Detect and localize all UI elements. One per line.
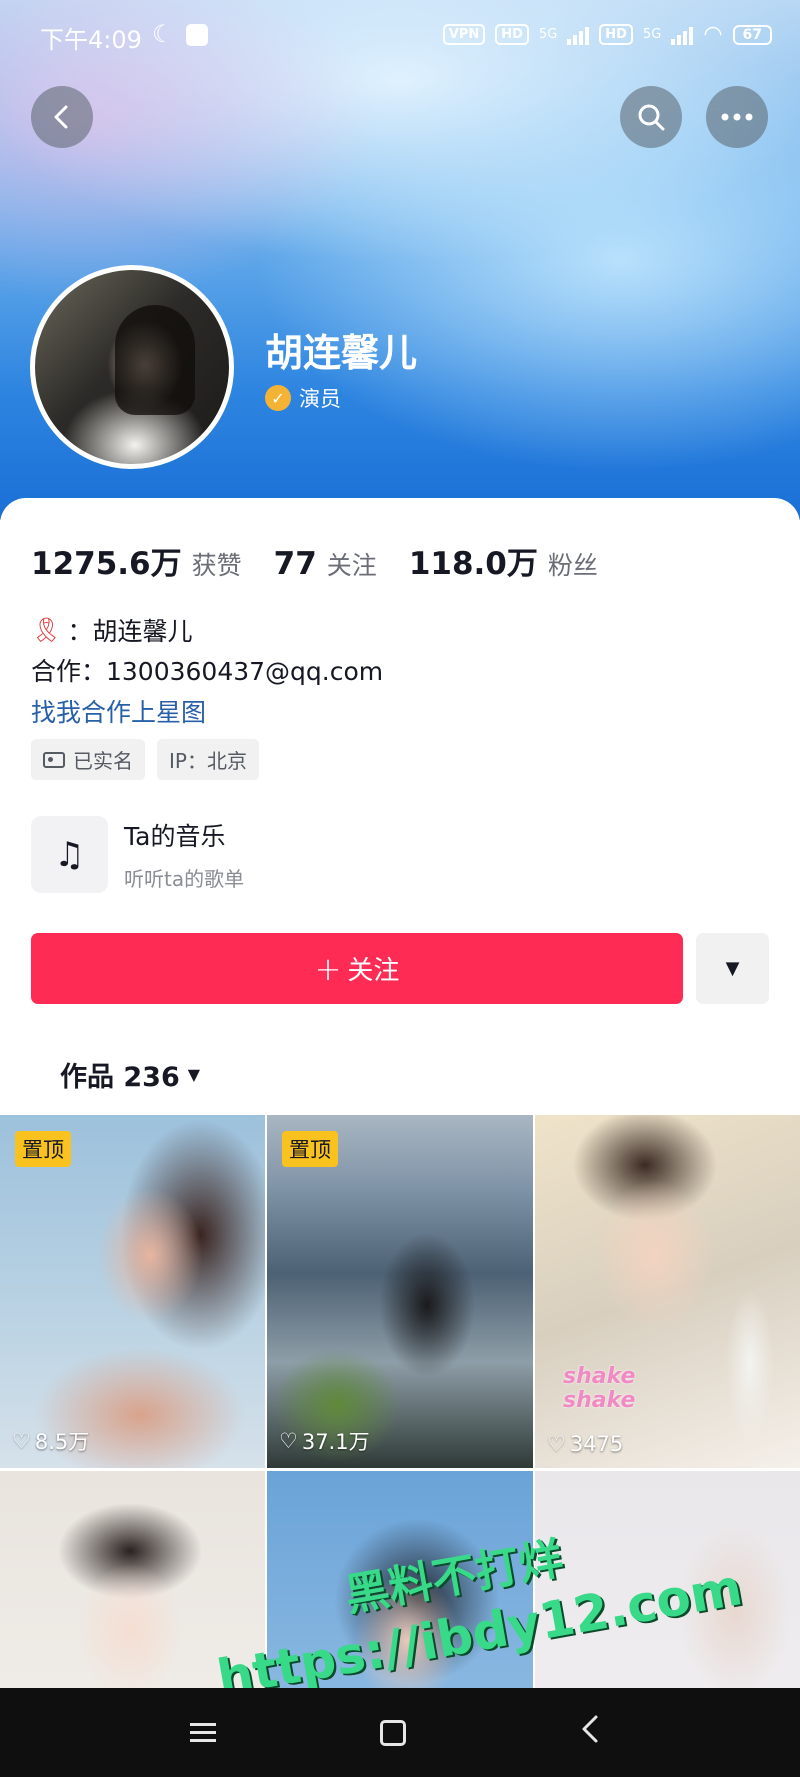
music-subtitle: 听听ta的歌单 <box>124 867 245 891</box>
chevron-left-icon <box>54 105 68 129</box>
verified-check-icon: ✓ <box>265 385 291 411</box>
ip-label: IP：北京 <box>169 749 247 773</box>
works-label: 作品 236 <box>60 1062 180 1093</box>
more-dots-icon <box>721 113 753 121</box>
wifi-icon: ◠ <box>703 22 723 47</box>
video-likes-count: 8.5万 <box>34 1430 90 1454</box>
app-notification-icon <box>186 24 208 46</box>
back-button[interactable] <box>31 86 93 148</box>
likes-label: 获赞 <box>191 551 242 580</box>
video-likes-count: 37.1万 <box>301 1430 370 1454</box>
battery-indicator: 67 <box>732 24 772 45</box>
music-text: Ta的音乐 听听ta的歌单 <box>124 817 244 892</box>
video-thumbnail[interactable]: 置顶 ♡ 8.5万 <box>0 1115 265 1468</box>
profile-tags: 已实名 IP：北京 <box>31 739 259 780</box>
network-type: 5G <box>538 27 558 42</box>
real-name-label: 已实名 <box>73 749 133 773</box>
real-name-tag: 已实名 <box>31 739 145 780</box>
video-likes: ♡ 3475 <box>547 1432 623 1456</box>
caret-down-icon: ▼ <box>725 958 740 979</box>
pinned-badge: 置顶 <box>15 1131 71 1167</box>
heart-icon: ♡ <box>547 1432 566 1456</box>
caret-down-icon: ▼ <box>187 1065 201 1084</box>
search-button[interactable] <box>620 86 682 148</box>
follow-label: 关注 <box>347 956 400 986</box>
music-note-icon: ♫ <box>31 816 108 893</box>
ribbon-icon: 🎗 <box>31 616 62 644</box>
signal-icon <box>567 25 590 45</box>
video-thumbnail[interactable]: shake shake ♡ 3475 <box>535 1115 800 1468</box>
signal-icon-2 <box>671 25 694 45</box>
music-entry[interactable]: ♫ Ta的音乐 听听ta的歌单 <box>31 816 244 893</box>
verified-label: 演员 <box>299 387 341 411</box>
status-time: 下午4:09 <box>40 26 142 54</box>
video-overlay-text: shake shake <box>563 1364 636 1413</box>
profile-stats: 1275.6万 获赞 77 关注 118.0万 粉丝 <box>31 538 620 583</box>
heart-icon: ♡ <box>12 1429 31 1453</box>
moon-icon: ☾ <box>152 20 174 48</box>
home-square-icon <box>380 1719 406 1746</box>
likes-count[interactable]: 1275.6万 <box>31 538 182 583</box>
vpn-badge: VPN <box>442 24 486 45</box>
pinned-badge: 置顶 <box>282 1131 338 1167</box>
video-thumbnail[interactable]: 置顶 ♡ 37.1万 <box>267 1115 533 1468</box>
ip-tag: IP：北京 <box>157 739 259 780</box>
more-button[interactable] <box>706 86 768 148</box>
bio-cooperation: 合作：1300360437@qq.com <box>31 657 384 686</box>
system-nav-bar <box>0 1688 800 1777</box>
following-label: 关注 <box>326 551 377 580</box>
heart-icon: ♡ <box>279 1429 298 1453</box>
hd-badge: HD <box>495 24 529 45</box>
verified-label-row: ✓ 演员 <box>265 383 341 413</box>
back-triangle-icon <box>582 1715 598 1742</box>
follow-dropdown-button[interactable]: ▼ <box>696 933 769 1004</box>
bio-name-text: ：胡连馨儿 <box>67 617 193 646</box>
status-indicators: VPN HD 5G HD 5G ◠ 67 <box>442 22 772 47</box>
bio-name-line: 🎗 ：胡连馨儿 <box>31 612 192 648</box>
avatar[interactable] <box>30 265 234 469</box>
recent-apps-button[interactable] <box>190 1723 230 1742</box>
works-tab[interactable]: 作品 236 ▼ <box>60 1055 200 1094</box>
music-title: Ta的音乐 <box>124 822 226 851</box>
video-likes-count: 3475 <box>569 1432 624 1456</box>
followers-label: 粉丝 <box>547 551 598 580</box>
followers-count[interactable]: 118.0万 <box>409 538 538 583</box>
following-count[interactable]: 77 <box>274 546 317 582</box>
home-button[interactable] <box>380 1719 420 1746</box>
video-likes: ♡ 8.5万 <box>12 1426 89 1456</box>
menu-icon <box>190 1723 216 1742</box>
profile-name: 胡连馨儿 <box>265 331 418 375</box>
hd-badge-2: HD <box>599 24 633 45</box>
plus-icon: + <box>314 949 342 988</box>
video-likes: ♡ 37.1万 <box>279 1426 370 1456</box>
follow-button[interactable]: + 关注 <box>31 933 683 1004</box>
video-grid: 置顶 ♡ 8.5万 置顶 ♡ 37.1万 shake shake ♡ 3475 <box>0 1115 800 1777</box>
star-map-link[interactable]: 找我合作上星图 <box>31 693 206 729</box>
nav-back-button[interactable] <box>570 1714 610 1752</box>
id-card-icon <box>43 751 65 768</box>
network-type-2: 5G <box>642 27 662 42</box>
search-icon <box>638 104 665 131</box>
status-bar: 下午4:09 ☾ VPN HD 5G HD 5G ◠ 67 <box>0 0 800 72</box>
